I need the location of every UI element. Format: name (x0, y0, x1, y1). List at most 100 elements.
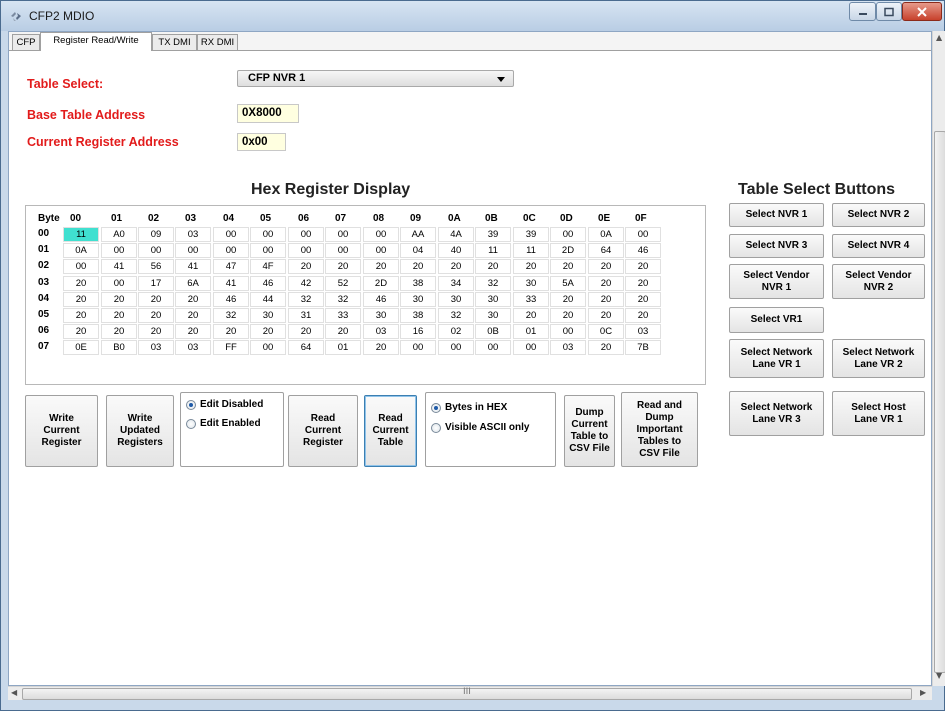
hex-cell[interactable]: 01 (325, 340, 361, 355)
hex-cell[interactable]: B0 (101, 340, 137, 355)
hex-cell[interactable]: 20 (550, 308, 586, 323)
hex-cell[interactable]: 31 (288, 308, 324, 323)
hex-cell[interactable]: 41 (213, 276, 249, 291)
hex-cell[interactable]: 5A (550, 276, 586, 291)
hex-cell[interactable]: 00 (363, 227, 399, 242)
hex-cell[interactable]: 4A (438, 227, 474, 242)
hex-cell[interactable]: 20 (101, 324, 137, 339)
edit-enabled-radio[interactable]: Edit Enabled (186, 418, 261, 429)
hex-cell[interactable]: 46 (213, 292, 249, 307)
hex-cell[interactable]: 03 (175, 227, 211, 242)
maximize-button[interactable] (876, 2, 902, 21)
hex-cell[interactable]: 04 (400, 243, 436, 258)
hex-cell[interactable]: A0 (101, 227, 137, 242)
hex-cell[interactable]: 17 (138, 276, 174, 291)
hex-cell[interactable]: 44 (250, 292, 286, 307)
hex-cell[interactable]: 03 (625, 324, 661, 339)
hex-cell[interactable]: 00 (325, 243, 361, 258)
hex-cell[interactable]: 00 (325, 227, 361, 242)
hex-cell[interactable]: 00 (625, 227, 661, 242)
hex-cell[interactable]: 20 (63, 276, 99, 291)
hex-cell[interactable]: 20 (63, 324, 99, 339)
select-nvr2-button[interactable]: Select NVR 2 (832, 203, 925, 227)
hex-cell[interactable]: 00 (213, 227, 249, 242)
hex-cell[interactable]: 64 (588, 243, 624, 258)
hex-cell[interactable]: 00 (288, 227, 324, 242)
hex-cell[interactable]: 16 (400, 324, 436, 339)
tab-tx-dmi[interactable]: TX DMI (152, 34, 197, 50)
hex-cell[interactable]: 32 (213, 308, 249, 323)
hex-cell[interactable]: 20 (213, 324, 249, 339)
hex-cell[interactable]: 7B (625, 340, 661, 355)
vertical-scroll-thumb[interactable] (934, 131, 945, 673)
hex-cell[interactable]: 00 (550, 324, 586, 339)
hex-cell[interactable]: 20 (288, 324, 324, 339)
hex-cell[interactable]: 20 (138, 292, 174, 307)
hex-cell[interactable]: 4F (250, 259, 286, 274)
select-nvr3-button[interactable]: Select NVR 3 (729, 234, 824, 258)
hex-cell[interactable]: 00 (550, 227, 586, 242)
hex-cell[interactable]: 00 (213, 243, 249, 258)
hex-cell[interactable]: 42 (288, 276, 324, 291)
hex-cell[interactable]: 20 (175, 308, 211, 323)
scroll-right-icon[interactable]: ▶ (920, 688, 926, 697)
select-vendor-nvr2-button[interactable]: Select Vendor NVR 2 (832, 264, 925, 299)
hex-cell[interactable]: 11 (475, 243, 511, 258)
dump-current-table-button[interactable]: Dump Current Table to CSV File (564, 395, 615, 467)
current-address-field[interactable]: 0x00 (237, 133, 286, 151)
hex-cell[interactable]: 30 (400, 292, 436, 307)
hex-cell[interactable]: 20 (588, 292, 624, 307)
hex-cell[interactable]: 00 (101, 276, 137, 291)
hex-cell[interactable]: 34 (438, 276, 474, 291)
hex-cell[interactable]: 20 (438, 259, 474, 274)
hex-cell[interactable]: 00 (513, 340, 549, 355)
select-nvr4-button[interactable]: Select NVR 4 (832, 234, 925, 258)
hex-cell[interactable]: 6A (175, 276, 211, 291)
hex-cell[interactable]: 64 (288, 340, 324, 355)
hex-cell[interactable]: 20 (63, 308, 99, 323)
select-network-lane-vr1-button[interactable]: Select Network Lane VR 1 (729, 339, 824, 378)
minimize-button[interactable] (849, 2, 876, 21)
hex-cell[interactable]: 20 (138, 308, 174, 323)
hex-cell[interactable]: 39 (513, 227, 549, 242)
hex-cell[interactable]: AA (400, 227, 436, 242)
hex-cell[interactable]: 30 (475, 308, 511, 323)
hex-cell[interactable]: 30 (438, 292, 474, 307)
hex-cell[interactable]: 30 (363, 308, 399, 323)
hex-cell[interactable]: 20 (138, 324, 174, 339)
hex-cell[interactable]: 20 (550, 292, 586, 307)
select-network-lane-vr3-button[interactable]: Select Network Lane VR 3 (729, 391, 824, 436)
hex-cell[interactable]: 00 (138, 243, 174, 258)
hex-cell[interactable]: 00 (101, 243, 137, 258)
close-button[interactable] (902, 2, 942, 21)
hex-cell[interactable]: 00 (63, 259, 99, 274)
hex-cell[interactable]: 20 (625, 259, 661, 274)
hex-cell[interactable]: 11 (513, 243, 549, 258)
hex-cell[interactable]: FF (213, 340, 249, 355)
edit-disabled-radio[interactable]: Edit Disabled (186, 399, 263, 410)
hex-cell[interactable]: 03 (363, 324, 399, 339)
hex-cell[interactable]: 20 (101, 308, 137, 323)
hex-cell[interactable]: 00 (288, 243, 324, 258)
hex-cell[interactable]: 20 (588, 308, 624, 323)
hex-cell[interactable]: 20 (175, 292, 211, 307)
write-current-register-button[interactable]: Write Current Register (25, 395, 98, 467)
hex-cell[interactable]: 0B (475, 324, 511, 339)
hex-cell[interactable]: 38 (400, 276, 436, 291)
hex-cell[interactable]: 33 (325, 308, 361, 323)
hex-cell[interactable]: 20 (400, 259, 436, 274)
hex-cell[interactable]: 20 (325, 259, 361, 274)
select-nvr1-button[interactable]: Select NVR 1 (729, 203, 824, 227)
hex-cell[interactable]: 11 (63, 227, 99, 242)
hex-cell[interactable]: 20 (363, 259, 399, 274)
hex-cell[interactable]: 00 (250, 243, 286, 258)
hex-cell[interactable]: 09 (138, 227, 174, 242)
hex-cell[interactable]: 20 (475, 259, 511, 274)
hex-cell[interactable]: 00 (250, 227, 286, 242)
hex-cell[interactable]: 41 (101, 259, 137, 274)
hex-cell[interactable]: 52 (325, 276, 361, 291)
hex-cell[interactable]: 00 (363, 243, 399, 258)
hex-cell[interactable]: 20 (325, 324, 361, 339)
read-current-register-button[interactable]: Read Current Register (288, 395, 358, 467)
bytes-in-hex-radio[interactable]: Bytes in HEX (431, 402, 507, 413)
